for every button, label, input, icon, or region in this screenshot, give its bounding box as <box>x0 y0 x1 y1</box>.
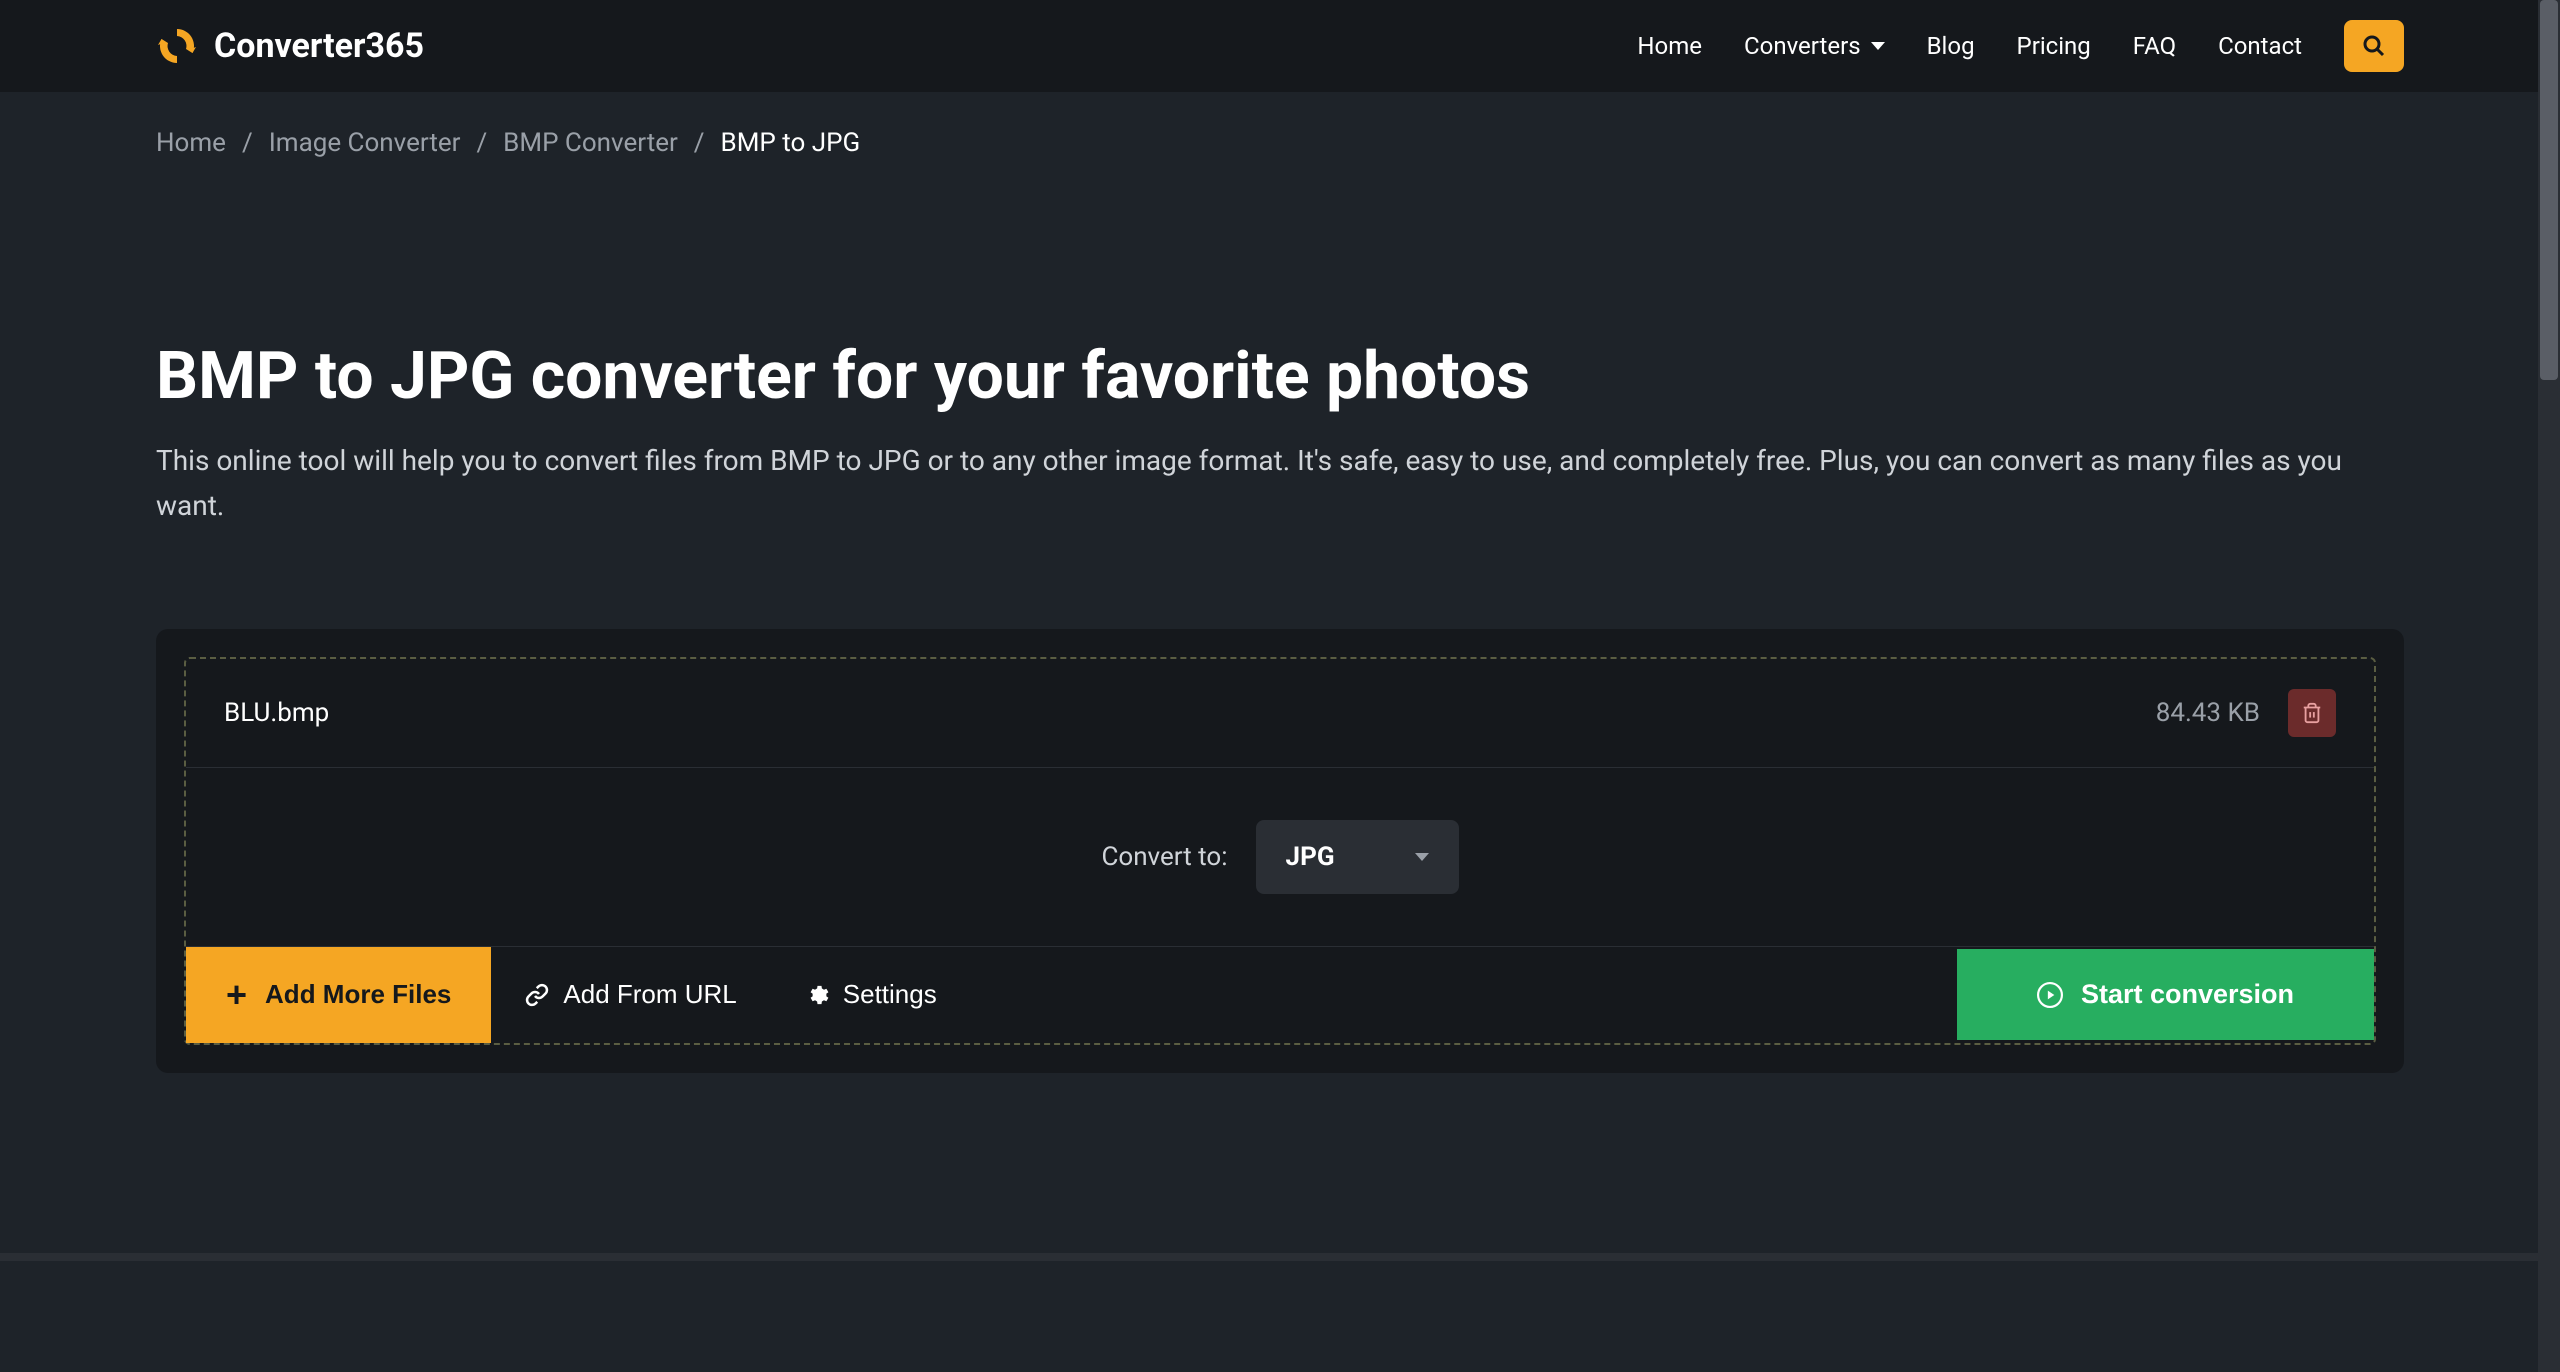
start-conversion-button[interactable]: Start conversion <box>1957 949 2374 1040</box>
start-conversion-label: Start conversion <box>2081 979 2294 1010</box>
action-bar-left: + Add More Files Add From URL <box>186 947 971 1043</box>
breadcrumb-current: BMP to JPG <box>721 128 861 158</box>
search-icon <box>2362 34 2386 58</box>
nav-converters-label: Converters <box>1744 32 1861 60</box>
add-from-url-label: Add From URL <box>563 979 736 1010</box>
convert-to-label: Convert to: <box>1101 842 1227 872</box>
search-button[interactable] <box>2344 20 2404 72</box>
delete-file-button[interactable] <box>2288 689 2336 737</box>
plus-icon: + <box>226 977 247 1013</box>
gear-icon <box>805 983 829 1007</box>
nav-pricing[interactable]: Pricing <box>2017 32 2091 60</box>
nav-converters[interactable]: Converters <box>1744 32 1885 60</box>
breadcrumb-separator: / <box>476 128 487 158</box>
main-content: BMP to JPG converter for your favorite p… <box>0 158 2560 1133</box>
add-more-files-label: Add More Files <box>265 979 451 1010</box>
chevron-down-icon <box>1415 853 1429 861</box>
logo-icon <box>156 25 198 67</box>
footer-separator <box>0 1253 2560 1261</box>
add-more-files-button[interactable]: + Add More Files <box>186 947 491 1043</box>
breadcrumb-separator: / <box>242 128 253 158</box>
breadcrumb-bmp-converter[interactable]: BMP Converter <box>503 128 678 158</box>
breadcrumb-separator: / <box>694 128 705 158</box>
chevron-down-icon <box>1871 42 1885 50</box>
trash-icon <box>2301 702 2323 724</box>
file-row: BLU.bmp 84.43 KB <box>186 659 2374 768</box>
logo[interactable]: Converter365 <box>156 25 424 67</box>
converter-box: BLU.bmp 84.43 KB Convert to: <box>156 629 2404 1073</box>
page-title: BMP to JPG converter for your favorite p… <box>156 338 2404 415</box>
dropzone[interactable]: BLU.bmp 84.43 KB Convert to: <box>184 657 2376 1045</box>
action-bar: + Add More Files Add From URL <box>186 947 2374 1043</box>
format-select[interactable]: JPG <box>1256 820 1459 894</box>
settings-button[interactable]: Settings <box>771 949 971 1040</box>
scrollbar[interactable] <box>2538 0 2560 1372</box>
file-row-right: 84.43 KB <box>2156 689 2336 737</box>
nav-home[interactable]: Home <box>1637 32 1702 60</box>
scrollbar-thumb[interactable] <box>2540 0 2558 380</box>
breadcrumb: Home / Image Converter / BMP Converter /… <box>0 92 2560 158</box>
add-from-url-button[interactable]: Add From URL <box>491 949 770 1040</box>
file-name: BLU.bmp <box>224 698 329 728</box>
page-description: This online tool will help you to conver… <box>156 439 2404 529</box>
logo-text: Converter365 <box>214 26 424 66</box>
play-icon <box>2037 982 2063 1008</box>
breadcrumb-home[interactable]: Home <box>156 128 226 158</box>
nav-faq[interactable]: FAQ <box>2133 32 2176 60</box>
format-value: JPG <box>1286 842 1335 872</box>
nav-blog[interactable]: Blog <box>1927 32 1975 60</box>
nav-contact[interactable]: Contact <box>2218 32 2302 60</box>
file-size: 84.43 KB <box>2156 698 2260 728</box>
main-nav: Home Converters Blog Pricing FAQ Contact <box>1637 20 2404 72</box>
convert-to-row: Convert to: JPG <box>186 768 2374 947</box>
settings-label: Settings <box>843 979 937 1010</box>
link-icon <box>525 983 549 1007</box>
breadcrumb-image-converter[interactable]: Image Converter <box>269 128 461 158</box>
header: Converter365 Home Converters Blog Pricin… <box>0 0 2560 92</box>
